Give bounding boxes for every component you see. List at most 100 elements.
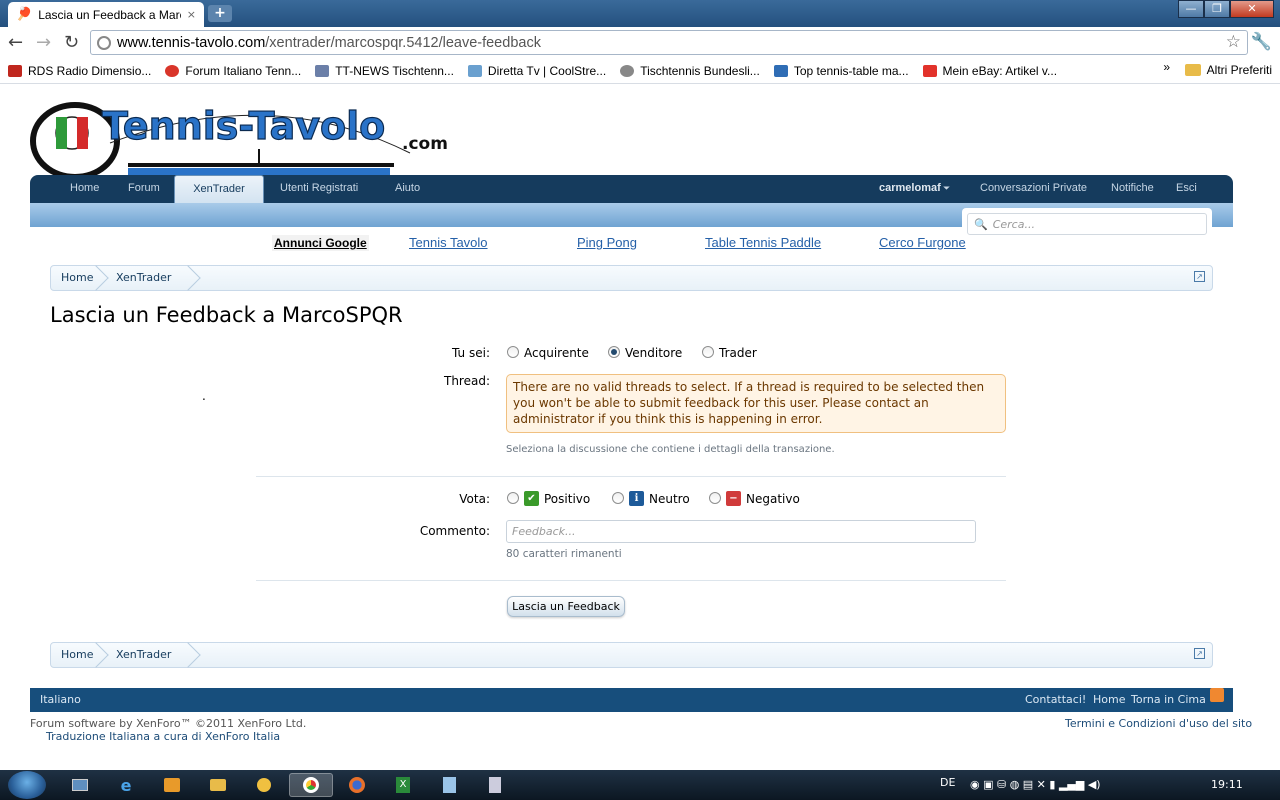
footer-contact-link[interactable]: Contattaci! — [1025, 688, 1086, 712]
calculator-icon[interactable] — [473, 773, 517, 797]
search-input[interactable]: 🔍 Cerca... — [967, 213, 1207, 235]
nav-forum[interactable]: Forum — [128, 175, 160, 203]
vote-positivo-label[interactable]: Positivo — [544, 492, 590, 506]
media-player-icon[interactable] — [150, 773, 194, 797]
paddle-icon — [165, 64, 180, 77]
more-bookmarks-chevron[interactable]: » — [1163, 60, 1170, 74]
url-text: www.tennis-tavolo.com/xentrader/marcospq… — [117, 34, 541, 51]
internet-explorer-icon[interactable]: e — [104, 773, 148, 797]
form-divider — [256, 580, 1006, 581]
start-button[interactable] — [8, 771, 46, 799]
coolstreaming-icon — [467, 64, 482, 77]
firefox-icon[interactable] — [335, 773, 379, 797]
minimize-button[interactable]: — — [1178, 0, 1204, 18]
user-menu[interactable]: carmelomaf — [879, 175, 941, 203]
browser-titlebar: 🏓 Lascia un Feedback a Marco × + — ❐ ✕ — [0, 0, 1280, 27]
address-bar[interactable]: www.tennis-tavolo.com/xentrader/marcospq… — [90, 30, 1248, 55]
footer-top-link[interactable]: Torna in Cima — [1131, 688, 1206, 712]
language-chooser[interactable]: Italiano — [40, 688, 81, 712]
thread-error-message: There are no valid threads to select. If… — [506, 374, 1006, 433]
ads-label: Annunci Google — [272, 235, 369, 251]
form-divider — [256, 476, 1006, 477]
radio-trader[interactable] — [702, 346, 714, 358]
role-acquirente-label[interactable]: Acquirente — [524, 346, 589, 360]
other-bookmarks[interactable]: Altri Preferiti — [1184, 63, 1272, 77]
footer-home-link[interactable]: Home — [1093, 688, 1125, 712]
xenforo-italia-link[interactable]: XenForo Italia — [205, 730, 280, 743]
role-trader-label[interactable]: Trader — [719, 346, 757, 360]
close-window-button[interactable]: ✕ — [1230, 0, 1274, 18]
clock[interactable]: 19:11 — [1211, 778, 1243, 791]
radio-positivo[interactable] — [507, 492, 519, 504]
submit-feedback-button[interactable]: Lascia un Feedback — [507, 596, 625, 617]
chrome-icon[interactable] — [289, 773, 333, 797]
breadcrumb-separator — [185, 643, 197, 667]
role-venditore-label[interactable]: Venditore — [625, 346, 682, 360]
jump-to-icon[interactable]: ↗ — [1194, 648, 1205, 659]
wrench-icon[interactable]: 🔧 — [1251, 32, 1272, 52]
user-menu-chevron-icon[interactable]: ⏷ — [943, 175, 950, 203]
thread-hint: Seleziona la discussione che contiene i … — [506, 444, 835, 455]
role-label: Tu sei: — [452, 346, 490, 360]
back-arrow-icon[interactable]: ← — [8, 32, 23, 53]
forward-arrow-icon[interactable]: → — [36, 32, 51, 53]
stray-dot: . — [202, 389, 206, 403]
bookmark-rds[interactable]: RDS Radio Dimensio... — [8, 64, 151, 78]
ad-link-tennis-tavolo[interactable]: Tennis Tavolo — [409, 235, 488, 250]
browser-tab[interactable]: 🏓 Lascia un Feedback a Marco × — [8, 2, 204, 27]
nav-help[interactable]: Aiuto — [395, 175, 420, 203]
radio-neutro[interactable] — [612, 492, 624, 504]
tab-close-icon[interactable]: × — [187, 8, 196, 21]
messenger-icon[interactable] — [242, 773, 286, 797]
maximize-button[interactable]: ❐ — [1204, 0, 1230, 18]
bookmark-ebay[interactable]: Mein eBay: Artikel v... — [922, 64, 1057, 78]
nav-xentrader[interactable]: XenTrader — [174, 175, 264, 203]
terms-link[interactable]: Termini e Condizioni d'uso del sito — [1065, 717, 1252, 730]
ad-link-table-tennis-paddle[interactable]: Table Tennis Paddle — [705, 235, 821, 250]
nav-conversations[interactable]: Conversazioni Private — [980, 175, 1087, 203]
bookmark-forum-italiano[interactable]: Forum Italiano Tenn... — [165, 64, 301, 78]
vote-neutro-label[interactable]: Neutro — [649, 492, 690, 506]
desktop-icon[interactable] — [58, 773, 102, 797]
breadcrumb: Home XenTrader ↗ — [50, 265, 1213, 291]
new-tab-button[interactable]: + — [208, 5, 232, 22]
bookmark-tt-news[interactable]: TT-NEWS Tischtenn... — [315, 64, 454, 78]
ad-link-cerco-furgone[interactable]: Cerco Furgone — [879, 235, 966, 250]
footer-bar: Italiano Contattaci! Home Torna in Cima — [30, 688, 1233, 712]
radio-negativo[interactable] — [709, 492, 721, 504]
comment-label: Commento: — [419, 524, 490, 538]
bookmark-top-tennis-table[interactable]: Top tennis-table ma... — [773, 64, 909, 78]
main-nav: Home Forum XenTrader Utenti Registrati A… — [30, 175, 1233, 203]
radio-venditore[interactable] — [608, 346, 620, 358]
breadcrumb-xentrader[interactable]: XenTrader — [116, 643, 171, 667]
jump-to-icon[interactable]: ↗ — [1194, 271, 1205, 282]
notepad-icon[interactable] — [427, 773, 471, 797]
nav-home[interactable]: Home — [70, 175, 99, 203]
site-logo[interactable]: Tennis-Tavolo .com — [30, 93, 470, 178]
minus-icon: − — [726, 491, 741, 506]
nav-logout[interactable]: Esci — [1176, 175, 1197, 203]
reload-icon[interactable]: ↻ — [64, 32, 79, 53]
bookmark-tischtennis[interactable]: Tischtennis Bundesli... — [620, 64, 760, 78]
language-indicator[interactable]: DE — [940, 776, 955, 789]
logo-text: Tennis-Tavolo — [102, 104, 385, 148]
window-controls: — ❐ ✕ — [1178, 0, 1274, 18]
excel-icon[interactable]: X — [381, 773, 425, 797]
nav-users[interactable]: Utenti Registrati — [280, 175, 358, 203]
radio-acquirente[interactable] — [507, 346, 519, 358]
ping-pong-paddle-icon: 🏓 — [16, 7, 33, 22]
breadcrumb-xentrader[interactable]: XenTrader — [116, 266, 171, 290]
explorer-folder-icon[interactable] — [196, 773, 240, 797]
bookmark-star-icon[interactable]: ☆ — [1226, 32, 1241, 52]
bookmark-diretta-tv[interactable]: Diretta Tv | CoolStre... — [467, 64, 606, 78]
rss-icon[interactable] — [1210, 688, 1224, 702]
search-container: 🔍 Cerca... — [962, 208, 1212, 239]
comment-input[interactable]: Feedback... — [506, 520, 976, 543]
tray-icons[interactable]: ◉ ▣ ⛁ ◍ ▤ ✕ ▮ ▂▄▆ ◀) — [970, 778, 1101, 791]
nav-notifications[interactable]: Notifiche — [1111, 175, 1154, 203]
web-page: Tennis-Tavolo .com Home Forum XenTrader … — [0, 85, 1280, 770]
vote-negativo-label[interactable]: Negativo — [746, 492, 800, 506]
tt-news-icon — [315, 64, 330, 77]
thread-label: Thread: — [443, 374, 490, 388]
ad-link-ping-pong[interactable]: Ping Pong — [577, 235, 637, 250]
